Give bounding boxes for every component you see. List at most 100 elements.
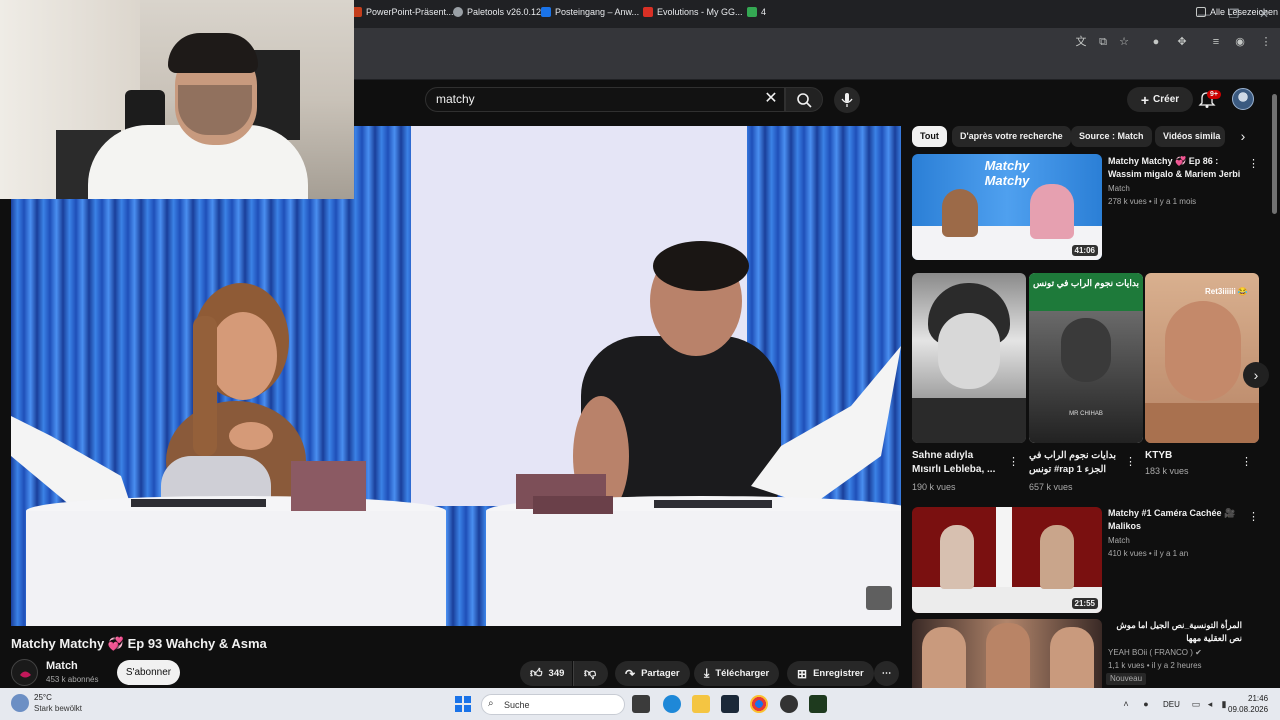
edge-icon[interactable] (663, 695, 681, 713)
video-duration: 41:06 (1071, 245, 1098, 256)
download-button[interactable]: ⤓ Télécharger (694, 661, 780, 686)
chrome-icon[interactable] (750, 695, 768, 713)
related-meta: 410 k vues • il y a 1 an (1108, 549, 1189, 558)
scrollbar-thumb[interactable] (1272, 94, 1277, 214)
bookmark-label: 4 (761, 7, 767, 17)
thumbnail-person (922, 627, 966, 688)
save-button[interactable]: ⊞ Enregistrer (787, 661, 874, 686)
thumbnail-shoulders (1145, 403, 1259, 443)
thumbnail-person (1040, 525, 1074, 589)
short-thumbnail[interactable]: Ret3iiiiii 😂 (1145, 273, 1259, 443)
outlook-icon (541, 7, 551, 17)
app-icon[interactable] (780, 695, 798, 713)
channel-avatar[interactable] (11, 659, 38, 686)
weather-cloud-icon[interactable] (11, 694, 29, 712)
short-subtext: MR CHIHAB (1069, 411, 1103, 417)
short-thumbnail[interactable]: بدايات نجوم الراب في تونس MR CHIHAB (1029, 273, 1143, 443)
show-hidden-icons[interactable]: ˄ (1120, 698, 1132, 710)
subscribe-button[interactable]: S'abonner (117, 660, 180, 685)
chips-next-icon[interactable]: › (1235, 128, 1251, 146)
more-vert-icon[interactable]: ⋮ (1248, 510, 1259, 524)
microphone-icon[interactable]: ● (1140, 698, 1152, 710)
related-thumbnail[interactable]: Matchy Matchy 41:06 (912, 154, 1102, 260)
short-views: 183 k vues (1145, 466, 1189, 476)
download-icon: ⤓ (704, 666, 710, 680)
related-title[interactable]: Matchy Matchy 💞 Ep 86 : Wassim migalo & … (1108, 155, 1242, 181)
more-vert-icon[interactable]: ⋮ (1125, 455, 1136, 469)
short-thumbnail[interactable] (912, 273, 1026, 443)
more-horizontal-icon: ⋯ (881, 668, 892, 679)
clock-date[interactable]: 09.08.2026 (1228, 705, 1268, 714)
clear-search-icon[interactable]: ✕ (762, 90, 780, 108)
short-title[interactable]: KTYB (1145, 449, 1172, 463)
translate-icon[interactable]: 文 (1073, 34, 1089, 50)
channel-name[interactable]: Match (46, 660, 78, 672)
weather-temperature[interactable]: 25°C (34, 693, 52, 702)
share-icon: ↷ (625, 666, 636, 681)
thumbnail-face (938, 313, 1000, 389)
cast-icon[interactable]: ⧉ (1095, 34, 1111, 50)
shelf-next-icon[interactable]: › (1243, 362, 1269, 388)
more-actions-button[interactable]: ⋯ (874, 661, 899, 686)
search-button[interactable] (785, 87, 823, 112)
extension-icon[interactable]: ● (1148, 34, 1164, 50)
new-badge: Nouveau (1106, 673, 1147, 685)
more-vert-icon[interactable]: ⋮ (1248, 157, 1259, 171)
create-label: Créer (1153, 94, 1180, 105)
chip-source-match[interactable]: Source : Match (1071, 126, 1152, 147)
bookmark-star-icon[interactable]: ☆ (1116, 34, 1132, 50)
bookmark-item[interactable]: Evolutions - My GG... (643, 4, 743, 20)
video-duration: 21:55 (1071, 598, 1098, 609)
account-avatar[interactable] (1232, 88, 1254, 110)
chip-similar[interactable]: Vidéos simila (1155, 126, 1225, 147)
subscriber-count: 453 k abonnés (46, 675, 99, 684)
windows-start-icon[interactable] (455, 696, 471, 712)
related-thumbnail[interactable]: 21:55 (912, 507, 1102, 613)
more-vert-icon[interactable]: ⋮ (1008, 455, 1019, 469)
like-button[interactable]: 👍︎ 349 (520, 661, 572, 686)
media-icon[interactable]: ≡ (1208, 34, 1224, 50)
input-language[interactable]: DEU (1163, 700, 1180, 709)
bookmark-item[interactable]: Posteingang – Anw... (541, 4, 639, 20)
task-view-icon[interactable] (632, 695, 650, 713)
bookmark-item[interactable]: 4 (747, 4, 766, 20)
search-icon (797, 93, 812, 108)
related-channel[interactable]: Match (1108, 535, 1130, 547)
related-thumbnail[interactable] (912, 619, 1102, 688)
weather-description[interactable]: Stark bewölkt (34, 704, 82, 713)
share-button[interactable]: ↷ Partager (615, 661, 690, 686)
chip-all[interactable]: Tout (912, 126, 947, 147)
create-button[interactable]: + Créer (1127, 87, 1193, 112)
short-views: 657 k vues (1029, 482, 1073, 492)
file-explorer-icon[interactable] (692, 695, 710, 713)
extensions-puzzle-icon[interactable]: ✥ (1174, 34, 1190, 50)
app-icon[interactable] (809, 695, 827, 713)
bookmark-item[interactable]: Paletools v26.0.12 (453, 4, 541, 20)
thumbs-down-icon: 👎︎ (584, 666, 597, 680)
video-player[interactable] (11, 126, 901, 626)
save-label: Enregistrer (813, 668, 864, 679)
profile-avatar-icon[interactable]: ◉ (1232, 34, 1248, 50)
taskbar-search[interactable]: Suche (481, 694, 625, 715)
related-channel[interactable]: Match (1108, 183, 1130, 195)
search-input[interactable]: matchy (425, 87, 785, 112)
bookmark-item[interactable]: PowerPoint-Präsent... (352, 4, 454, 20)
network-icon[interactable]: ▭ (1190, 698, 1202, 710)
related-channel[interactable]: YEAH BOii ( FRANCO ) ✔ (1108, 647, 1202, 659)
steam-icon[interactable] (721, 695, 739, 713)
related-title[interactable]: المرأة التونسية_نص الجيل اما موش نص العق… (1108, 619, 1242, 645)
thumbnail-person (942, 189, 978, 237)
bookmark-label: Paletools v26.0.12 (467, 7, 542, 17)
short-title[interactable]: Sahne adıyla Mısırlı Lebleba, ... (912, 449, 1004, 477)
related-title[interactable]: Matchy #1 Caméra Cachée 🎥 Malikos (1108, 507, 1242, 533)
short-title[interactable]: بدايات نجوم الراب في تونس #rap الجزء 1 (1029, 449, 1121, 477)
clock-time[interactable]: 21:46 (1248, 694, 1268, 703)
dislike-button[interactable]: 👎︎ (573, 661, 608, 686)
share-label: Partager (641, 668, 680, 679)
all-bookmarks[interactable]: Alle Lesezeichen (1196, 4, 1278, 20)
more-vert-icon[interactable]: ⋮ (1241, 455, 1252, 469)
voice-search-button[interactable] (834, 87, 860, 113)
chip-from-search[interactable]: D'après votre recherche (952, 126, 1071, 147)
volume-icon[interactable]: ◂ (1204, 698, 1216, 710)
menu-kebab-icon[interactable]: ⋮ (1258, 34, 1274, 50)
